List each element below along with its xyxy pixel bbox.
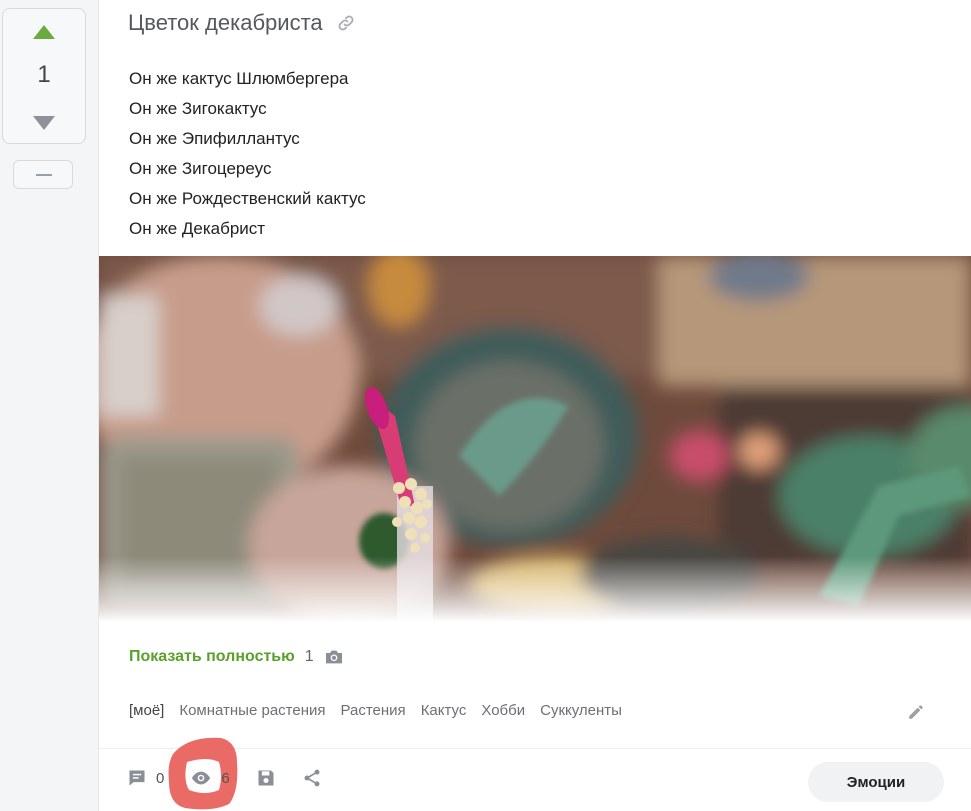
show-more-link[interactable]: Показать полностью xyxy=(129,648,295,666)
vote-count: 1 xyxy=(37,61,51,88)
eye-icon xyxy=(192,771,211,785)
tag-houseplants[interactable]: Комнатные растения xyxy=(179,702,325,719)
comment-icon xyxy=(129,770,145,786)
post-image[interactable] xyxy=(99,256,971,622)
text-line: Он же Декабрист xyxy=(129,219,266,238)
show-more-row: Показать полностью 1 xyxy=(129,648,344,666)
comments-button[interactable]: 0 xyxy=(127,768,164,788)
text-line: Он же Зигоцереус xyxy=(129,159,272,178)
tag-succulents[interactable]: Суккуленты xyxy=(540,702,622,719)
collapse-button[interactable] xyxy=(13,160,73,189)
camera-icon xyxy=(325,650,342,664)
vote-box: 1 xyxy=(2,8,86,144)
divider xyxy=(99,748,971,749)
save-icon[interactable] xyxy=(256,768,276,788)
post-text: Он же кактус Шлюмбергера Он же Зигокакту… xyxy=(129,64,366,244)
tag-moe[interactable]: [моё] xyxy=(129,702,164,719)
post-content: Цветок декабриста Он же кактус Шлюмберге… xyxy=(99,0,971,811)
emotions-button[interactable]: Эмоции xyxy=(808,762,944,802)
photo-count: 1 xyxy=(304,648,314,665)
text-line: Он же Рождественский кактус xyxy=(129,189,366,208)
upvote-arrow-icon[interactable] xyxy=(33,25,55,39)
text-line: Он же кактус Шлюмбергера xyxy=(129,69,349,88)
link-icon[interactable] xyxy=(337,14,355,32)
tag-cactus[interactable]: Кактус xyxy=(421,702,467,719)
text-line: Он же Эпифиллантус xyxy=(129,129,300,148)
tag-plants[interactable]: Растения xyxy=(341,702,406,719)
left-rail: 1 xyxy=(0,0,99,811)
minus-icon xyxy=(36,174,52,176)
comments-count: 0 xyxy=(156,769,165,787)
pencil-icon[interactable] xyxy=(907,703,925,721)
views-button[interactable]: 6 xyxy=(190,769,230,787)
tag-hobby[interactable]: Хобби xyxy=(481,702,525,719)
views-wrap: 6 xyxy=(168,737,238,809)
post-title[interactable]: Цветок декабриста xyxy=(128,10,323,36)
title-row: Цветок декабриста xyxy=(128,10,355,36)
tags-row: [моё] Комнатные растения Растения Кактус… xyxy=(129,702,622,719)
post-footer: 0 6 xyxy=(127,737,322,809)
downvote-arrow-icon[interactable] xyxy=(33,116,55,130)
views-count: 6 xyxy=(221,769,230,787)
text-line: Он же Зигокактус xyxy=(129,99,267,118)
share-icon[interactable] xyxy=(302,768,322,788)
